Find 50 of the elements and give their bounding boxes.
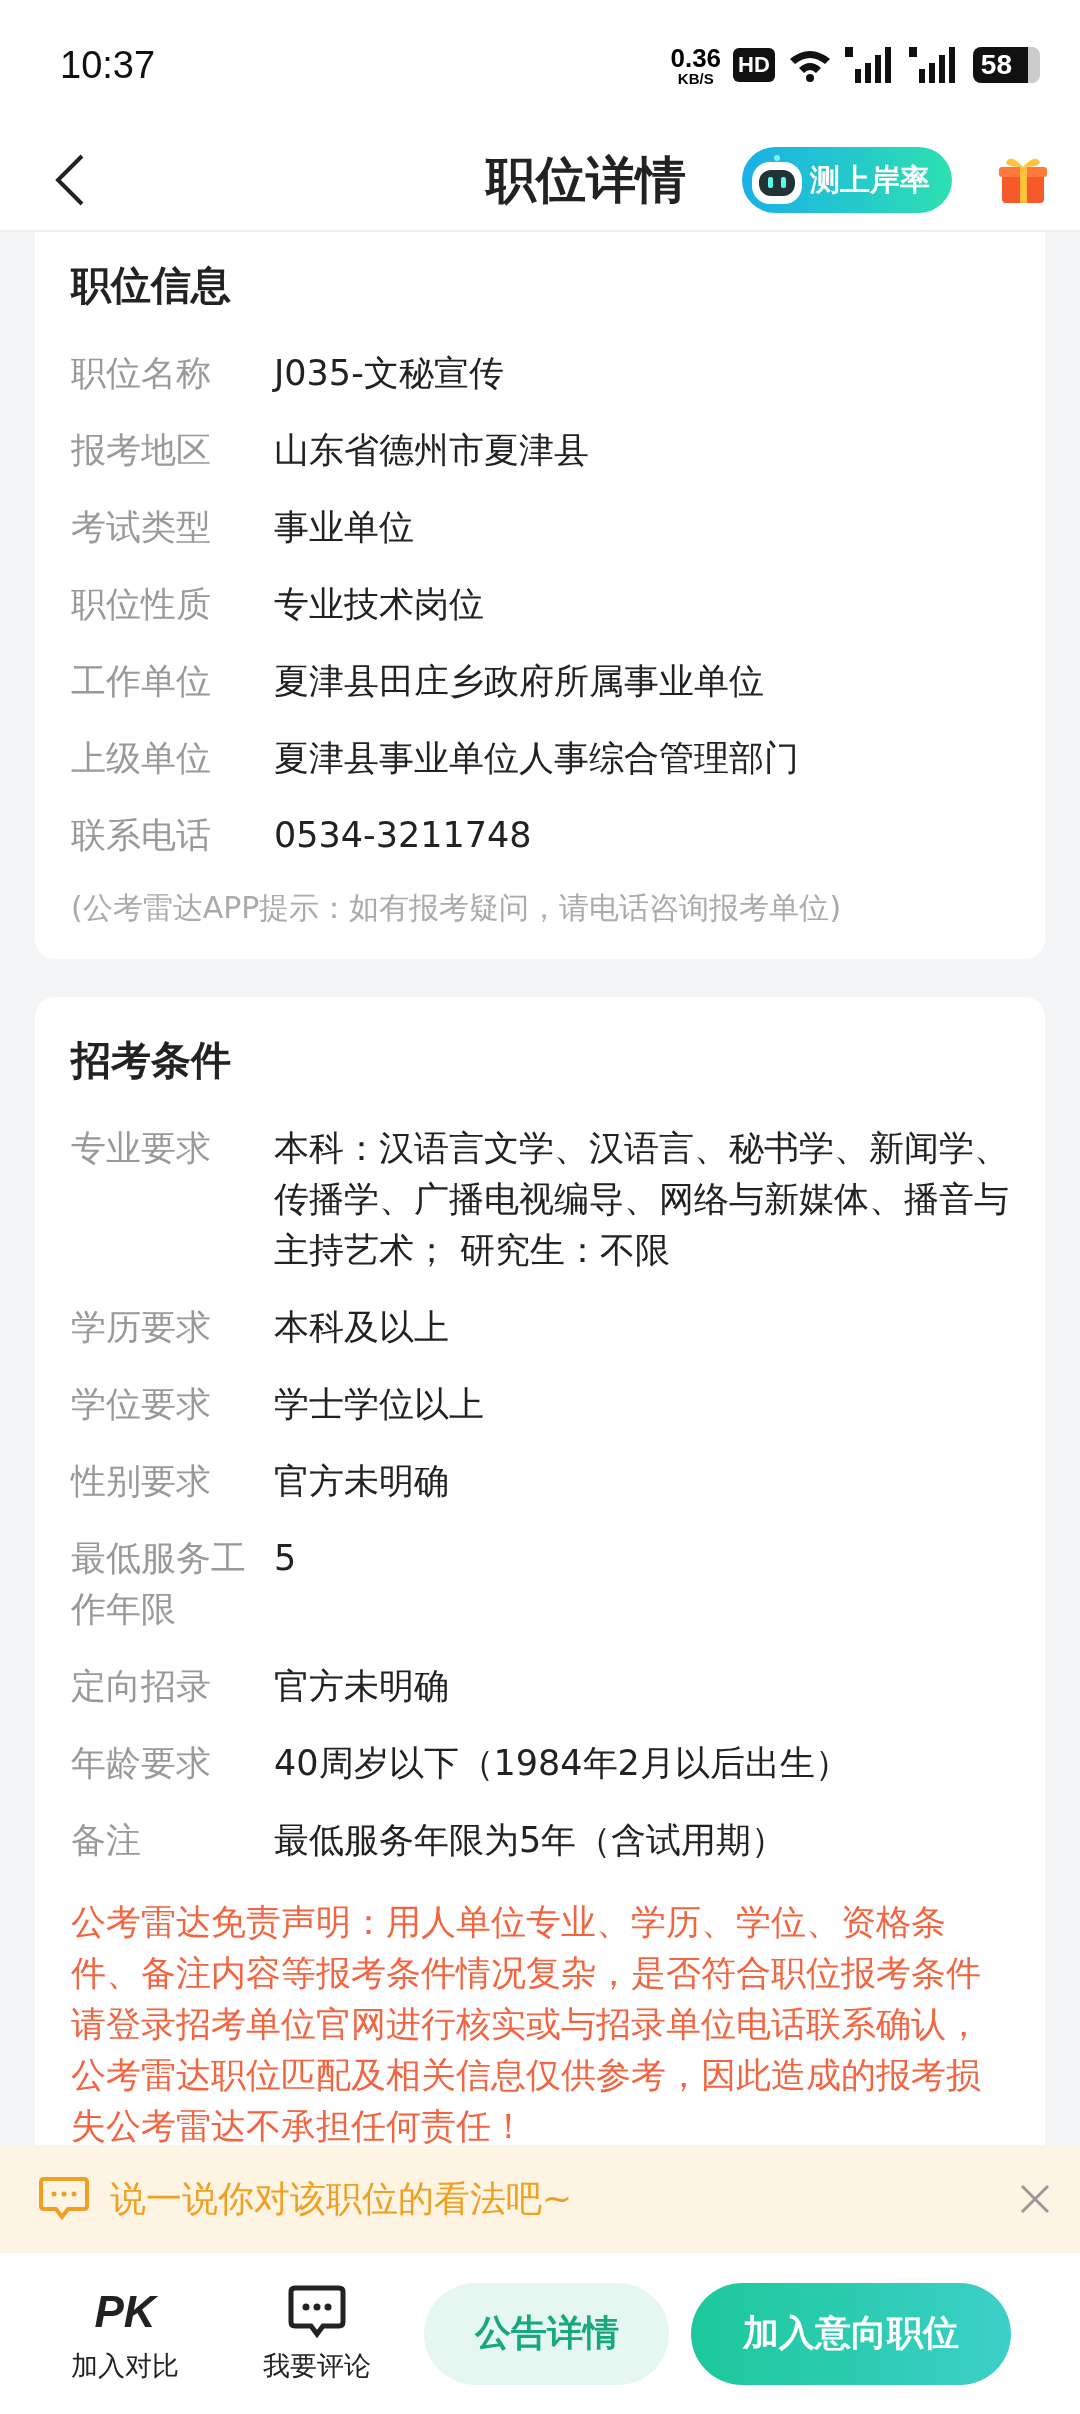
- compare-button[interactable]: PK 加入对比: [40, 2283, 210, 2384]
- field-label: 年龄要求: [71, 1742, 212, 1785]
- field-label: 考试类型: [71, 506, 212, 549]
- field-label: 备注: [71, 1819, 142, 1862]
- field-label: 性别要求: [71, 1460, 212, 1503]
- comment-icon: [287, 2283, 347, 2340]
- section-title: 职位信息: [71, 261, 232, 310]
- close-icon[interactable]: [1020, 2184, 1050, 2214]
- field-value: 本科：汉语言文学、汉语言、秘书学、新闻学、传播学、广播电视编导、网络与新媒体、播音与主持艺术； 研究生：不限: [274, 1127, 1009, 1272]
- pass-rate-button[interactable]: 测上岸率: [742, 147, 952, 213]
- network-speed-unit: KB/S: [677, 70, 714, 86]
- field-label: 定向招录: [71, 1665, 212, 1708]
- field-value: 官方未明确: [274, 1665, 450, 1708]
- field-label: 报考地区: [71, 429, 212, 472]
- page-title: 职位详情: [486, 149, 686, 211]
- field-value: 40周岁以下（1984年2月以后出生）: [274, 1742, 851, 1785]
- field-label: 联系电话: [71, 814, 212, 857]
- field-value: 山东省德州市夏津县: [274, 429, 590, 472]
- field-value: 学士学位以上: [274, 1383, 485, 1426]
- field-value: 5: [274, 1537, 298, 1580]
- field-value: 0534-3211748: [274, 814, 533, 857]
- field-value: 本科及以上: [274, 1306, 450, 1349]
- hint-text: (公考雷达APP提示：如有报考疑问，请电话咨询报考单位): [71, 889, 843, 927]
- notice-details-button[interactable]: 公告详情: [424, 2282, 669, 2385]
- field-label: 工作单位: [71, 660, 212, 703]
- field-value: 夏津县田庄乡政府所属事业单位: [274, 660, 765, 703]
- back-icon[interactable]: [54, 154, 86, 206]
- section-title: 招考条件: [71, 1036, 232, 1085]
- field-value: 事业单位: [274, 506, 415, 549]
- field-label: 学历要求: [71, 1306, 212, 1349]
- field-label: 专业要求: [71, 1127, 212, 1170]
- add-to-favorites-button[interactable]: 加入意向职位: [691, 2282, 1011, 2385]
- field-value: J035-文秘宣传: [274, 352, 505, 395]
- hd-indicator: HD: [733, 48, 775, 82]
- field-label: 学位要求: [71, 1383, 212, 1426]
- battery-indicator: 58: [972, 47, 1040, 83]
- disclaimer-text: 公考雷达免责声明：用人单位专业、学历、学位、资格条件、备注内容等报考条件情况复杂，是否符合职位报考条件请登录招考单位官网进行核实或与招录单位电话联系确认，公考雷达职位匹配及相关信息仅供参考，因此造成的报考损失公考雷达不承担任何责任！: [71, 1901, 982, 2145]
- comment-prompt[interactable]: 说一说你对该职位的看法吧~: [110, 2174, 573, 2224]
- field-label: 上级单位: [71, 737, 212, 780]
- field-label: 最低服务工作年限: [71, 1537, 247, 1631]
- field-value: 最低服务年限为5年（含试用期）: [274, 1819, 788, 1862]
- field-value: 夏津县事业单位人事综合管理部门: [274, 737, 800, 780]
- field-label: 职位名称: [71, 352, 212, 395]
- network-speed: 0.36: [670, 44, 722, 71]
- status-time: 10:37: [60, 43, 156, 87]
- field-value: 官方未明确: [274, 1460, 450, 1503]
- field-label: 职位性质: [71, 583, 212, 626]
- field-value: 专业技术岗位: [274, 583, 485, 626]
- comment-button[interactable]: 我要评论: [232, 2283, 402, 2384]
- comment-icon[interactable]: [38, 2176, 90, 2222]
